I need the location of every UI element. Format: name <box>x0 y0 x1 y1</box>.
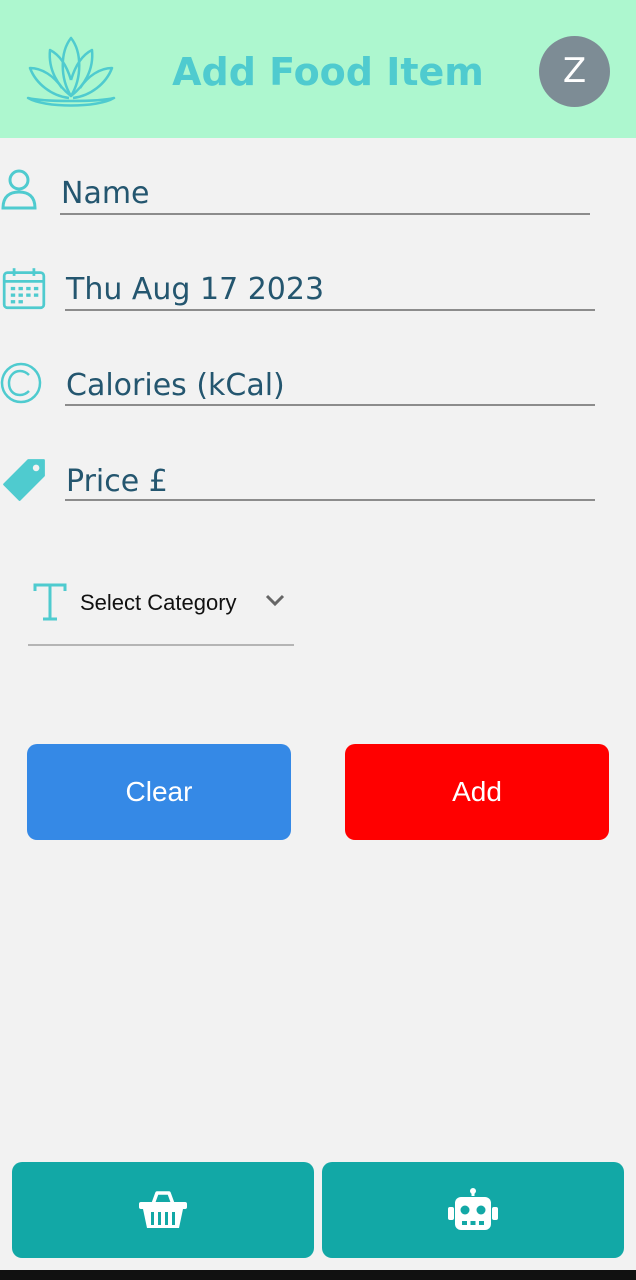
chevron-down-icon <box>265 594 285 607</box>
page-title: Add Food Item <box>172 50 484 94</box>
price-field[interactable]: Price £ <box>0 456 636 536</box>
copyright-c-icon <box>0 362 42 404</box>
price-placeholder: Price £ <box>66 464 168 499</box>
price-tag-icon <box>3 459 45 501</box>
basket-nav-button[interactable] <box>12 1162 314 1258</box>
robot-icon <box>448 1188 498 1230</box>
text-t-icon <box>33 583 67 621</box>
calendar-icon <box>2 268 46 310</box>
system-bar <box>0 1270 636 1280</box>
robot-nav-button[interactable] <box>322 1162 624 1258</box>
category-label: Select Category <box>80 590 237 615</box>
name-placeholder: Name <box>61 176 150 211</box>
bottom-nav <box>0 1158 636 1262</box>
person-icon <box>1 169 37 210</box>
name-underline <box>60 213 590 215</box>
name-field[interactable]: Name <box>0 168 636 248</box>
category-underline <box>28 644 294 646</box>
category-select[interactable]: Select Category <box>28 578 294 648</box>
date-field[interactable]: Thu Aug 17 2023 <box>0 264 636 344</box>
clear-button[interactable]: Clear <box>27 744 291 840</box>
calories-field[interactable]: Calories (kCal) <box>0 360 636 440</box>
calories-underline <box>65 404 595 406</box>
calories-placeholder: Calories (kCal) <box>66 368 285 403</box>
price-underline <box>65 499 595 501</box>
lotus-icon <box>26 36 116 107</box>
date-value: Thu Aug 17 2023 <box>66 272 325 307</box>
app-header: Add Food Item Z <box>0 0 636 138</box>
date-underline <box>65 309 595 311</box>
avatar[interactable]: Z <box>539 36 610 107</box>
shopping-basket-icon <box>139 1191 187 1228</box>
add-button[interactable]: Add <box>345 744 609 840</box>
